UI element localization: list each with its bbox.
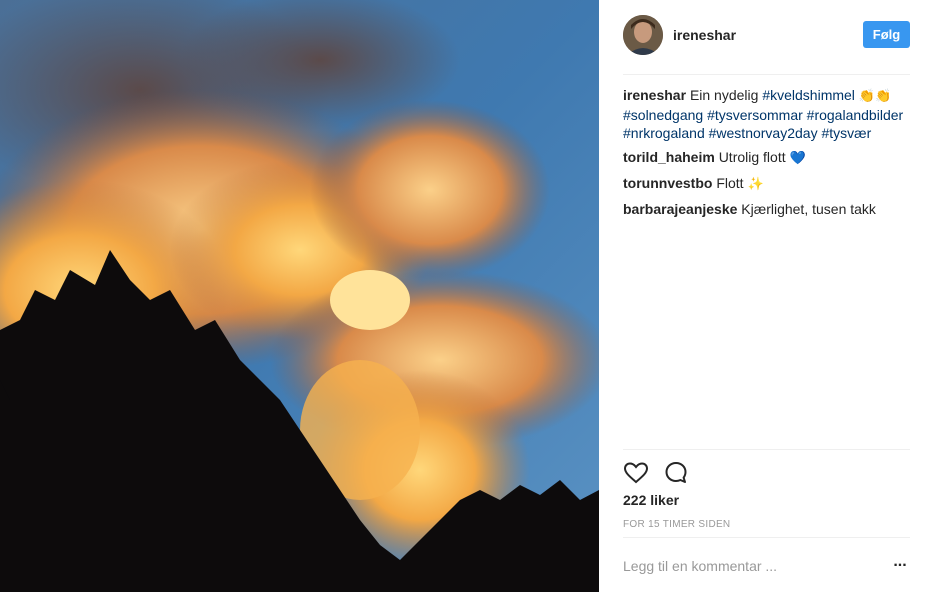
caption-text: Ein nydelig [689,87,759,103]
post-timestamp[interactable]: FOR 15 TIMER SIDEN [623,519,730,530]
caption: ireneshar Ein nydelig #kveldshimmel 👏👏 #… [623,86,910,142]
divider [623,449,910,450]
comment-username[interactable]: torild_haheim [623,149,715,165]
post-author-username[interactable]: ireneshar [673,27,736,43]
blue-heart-emoji: 💙 [789,151,806,166]
comment-bubble-icon[interactable] [663,460,689,486]
clap-emoji: 👏 [858,89,875,104]
follow-button[interactable]: Følg [863,21,910,48]
comment-item: torild_haheim Utrolig flott 💙 [623,148,910,168]
hashtag-link[interactable]: #rogalandbilder [807,107,904,123]
clap-emoji: 👏 [875,89,892,104]
comment-text: Kjærlighet, tusen takk [741,201,876,217]
hashtag-link[interactable]: #tysvær [821,125,871,141]
sparkles-emoji: ✨ [747,177,764,192]
hashtag-link[interactable]: #tysversommar [707,107,803,123]
avatar[interactable] [623,15,663,55]
comment-username[interactable]: torunnvestbo [623,175,712,191]
comment-list: ireneshar Ein nydelig #kveldshimmel 👏👏 #… [623,86,910,224]
comment-username[interactable]: barbarajeanjeske [623,201,737,217]
caption-username[interactable]: ireneshar [623,87,686,103]
hashtag-link[interactable]: #solnedgang [623,107,703,123]
post-detail-panel: ireneshar Følg ireneshar Ein nydelig #kv… [599,0,929,592]
add-comment-input[interactable] [623,552,873,580]
hashtag-link[interactable]: #westnorvay2day [709,125,818,141]
comment-item: barbarajeanjeske Kjærlighet, tusen takk [623,200,910,218]
post-photo[interactable] [0,0,599,592]
heart-icon[interactable] [623,460,649,486]
comment-text: Utrolig flott [718,149,786,165]
divider [623,537,910,538]
post-header: ireneshar Følg [623,15,910,75]
comment-text: Flott [716,175,744,191]
like-count[interactable]: 222 liker [623,492,679,508]
more-options-icon[interactable]: ... [891,554,909,574]
hashtag-link[interactable]: #nrkrogaland [623,125,705,141]
comment-item: torunnvestbo Flott ✨ [623,174,910,194]
hashtag-link[interactable]: #kveldshimmel [762,87,855,103]
